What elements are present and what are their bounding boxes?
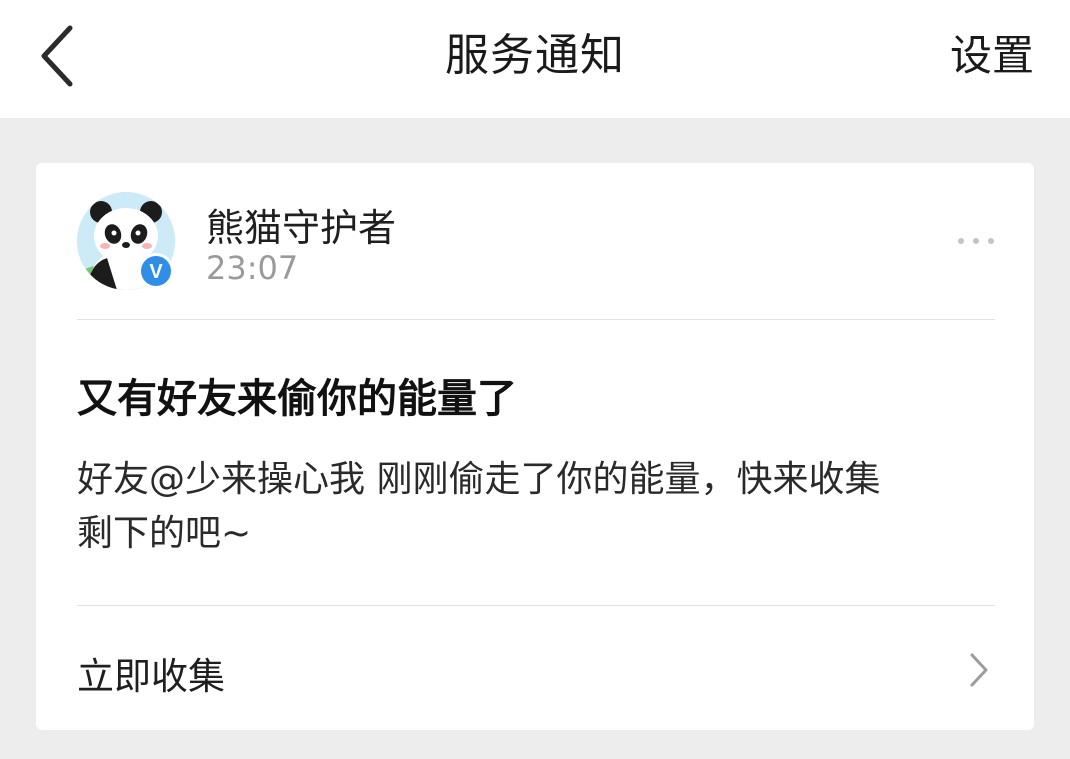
page-title: 服务通知	[445, 30, 625, 81]
collect-now-label: 立即收集	[77, 655, 225, 698]
chevron-right-icon	[966, 650, 992, 690]
more-options-button[interactable]	[954, 221, 998, 261]
verified-badge-letter: V	[149, 261, 163, 283]
verified-badge: V	[137, 252, 175, 290]
verified-v-icon: V	[138, 253, 174, 289]
message-timestamp: 23:07	[206, 249, 299, 287]
message-body-line: 剩下的吧~	[77, 513, 252, 554]
sender-name: 熊猫守护者	[206, 206, 397, 250]
notification-card: V 熊猫守护者 23:07 又有好友来偷你的能量了 好友@少来操心我 刚刚偷走了…	[36, 163, 1034, 730]
back-button[interactable]	[30, 20, 90, 90]
message-title: 又有好友来偷你的能量了	[77, 376, 517, 422]
header-divider	[77, 319, 995, 320]
message-body-line: 好友@少来操心我 刚刚偷走了你的能量，快来收集	[77, 459, 881, 500]
message-body: 好友@少来操心我 刚刚偷走了你的能量，快来收集 剩下的吧~	[77, 453, 997, 561]
chevron-left-icon	[41, 25, 73, 87]
top-navigation-bar: 服务通知 设置	[0, 0, 1070, 118]
settings-button[interactable]: 设置	[950, 0, 1034, 118]
collect-now-button[interactable]: 立即收集	[36, 606, 1034, 730]
more-dots-icon	[958, 238, 994, 244]
